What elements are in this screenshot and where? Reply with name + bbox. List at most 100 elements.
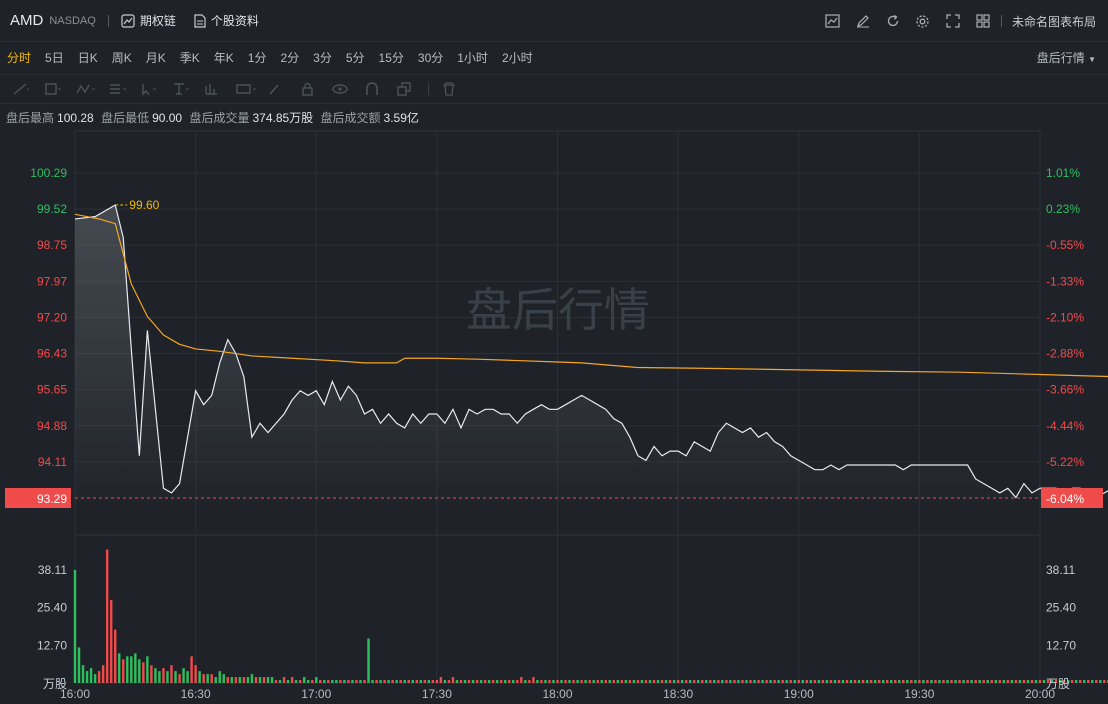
volume-bar	[950, 680, 953, 683]
volume-bar	[652, 680, 656, 683]
volume-bar	[560, 680, 563, 683]
volume-bar	[616, 680, 620, 683]
volume-bar	[238, 677, 242, 683]
volume-bar	[190, 656, 193, 683]
volume-bar	[118, 653, 121, 683]
volume-bar	[1095, 680, 1098, 683]
volume-bar	[930, 680, 933, 683]
volume-bar	[302, 677, 306, 683]
volume-bar	[865, 680, 869, 683]
volume-bar	[101, 665, 105, 683]
volume-bar	[974, 680, 977, 683]
volume-bar	[958, 680, 961, 683]
volume-tick-label-right: 12.70	[1046, 638, 1076, 652]
volume-bar	[363, 680, 366, 683]
volume-bar	[419, 680, 422, 683]
price-tick-label: 98.75	[37, 238, 67, 252]
volume-tick-label: 12.70	[37, 638, 67, 652]
volume-bar	[439, 677, 443, 683]
volume-tick-label-right: 25.40	[1046, 601, 1076, 615]
volume-bar	[841, 680, 845, 683]
volume-bar	[753, 680, 756, 683]
volume-bar	[709, 680, 712, 683]
volume-bar	[182, 668, 185, 683]
volume-bar	[85, 671, 89, 683]
volume-bar	[226, 677, 229, 683]
volume-bar	[829, 680, 833, 683]
volume-bar	[206, 674, 209, 683]
volume-bar	[970, 680, 973, 683]
volume-bar	[894, 680, 897, 683]
volume-bar	[371, 680, 374, 683]
volume-bar	[383, 680, 386, 683]
volume-bar	[648, 680, 652, 683]
volume-bar	[459, 680, 463, 683]
volume-bar	[556, 680, 559, 683]
volume-bar	[684, 680, 688, 683]
volume-bar	[612, 680, 615, 683]
volume-bar	[664, 680, 668, 683]
volume-bar	[1018, 680, 1022, 683]
volume-bar	[1010, 680, 1014, 683]
volume-bar	[93, 674, 97, 683]
volume-bar	[1103, 680, 1106, 683]
volume-bar	[1042, 680, 1046, 683]
volume-bar	[660, 680, 664, 683]
volume-bar	[596, 680, 599, 683]
volume-bar	[572, 680, 575, 683]
volume-bar	[785, 680, 788, 683]
volume-bar	[552, 680, 555, 683]
volume-bar	[343, 680, 346, 683]
volume-bar	[604, 680, 607, 683]
volume-bar	[234, 677, 238, 683]
volume-bar	[833, 680, 837, 683]
time-tick-label: 17:30	[422, 687, 452, 701]
volume-bar	[294, 680, 298, 683]
pct-tick-label: -1.33%	[1046, 274, 1084, 288]
volume-bar	[367, 638, 370, 683]
time-tick-label: 18:30	[663, 687, 693, 701]
volume-bar	[471, 680, 475, 683]
volume-bar	[536, 680, 539, 683]
volume-bar	[105, 549, 109, 683]
volume-bar	[906, 680, 909, 683]
volume-bar	[544, 680, 547, 683]
volume-bar	[1070, 680, 1074, 683]
volume-bar	[467, 680, 471, 683]
pct-tick-label: -0.55%	[1046, 238, 1084, 252]
volume-bar	[323, 680, 326, 683]
volume-bar	[781, 680, 784, 683]
volume-bar	[877, 680, 881, 683]
volume-bar	[114, 629, 117, 683]
volume-bar	[178, 674, 181, 683]
volume-bar	[644, 680, 648, 683]
volume-bar	[926, 680, 929, 683]
volume-bar	[922, 680, 925, 683]
volume-bar	[705, 680, 708, 683]
volume-bar	[918, 680, 921, 683]
volume-bar	[162, 668, 165, 683]
volume-bar	[733, 680, 736, 683]
time-tick-label: 18:00	[542, 687, 572, 701]
volume-bar	[447, 680, 451, 683]
intraday-chart[interactable]: 盘后行情 99.6093.29 100.291.01%99.520.23%98.…	[0, 0, 1108, 704]
volume-bar	[580, 680, 583, 683]
volume-bar	[729, 680, 732, 683]
price-tick-label: 94.88	[37, 419, 67, 433]
volume-tick-label: 25.40	[37, 601, 67, 615]
volume-bar	[512, 680, 515, 683]
volume-bar	[431, 680, 435, 683]
volume-bar	[319, 680, 322, 683]
volume-bar	[600, 680, 603, 683]
volume-bar	[532, 677, 535, 683]
volume-bar	[89, 668, 93, 683]
volume-bar	[938, 680, 941, 683]
volume-tick-label-right: 38.11	[1046, 563, 1075, 577]
pct-tick-label: 1.01%	[1046, 166, 1080, 180]
price-tick-label: 97.97	[37, 274, 67, 288]
volume-bar	[97, 671, 101, 683]
price-tick-label: 99.52	[37, 202, 67, 216]
volume-bar	[688, 680, 692, 683]
volume-bar	[584, 680, 587, 683]
volume-bar	[230, 677, 234, 683]
